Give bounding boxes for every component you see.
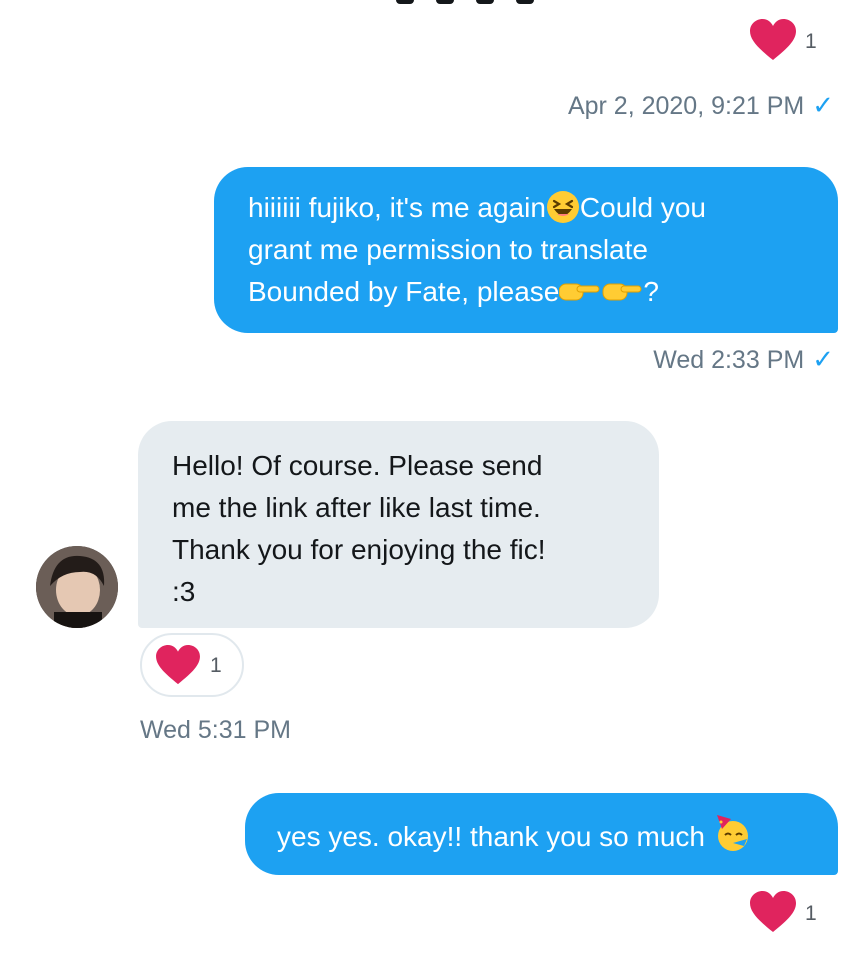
pointing-hands-emoji — [559, 276, 643, 308]
message-line: me the link after like last time. — [172, 492, 541, 523]
message-line: grant me permission to translate — [248, 229, 808, 271]
message-timestamp: Apr 2, 2020, 9:21 PM ✓ — [568, 90, 834, 121]
reaction-count: 1 — [210, 654, 222, 677]
reaction-pill[interactable]: 1 — [140, 633, 244, 697]
grinning-squinting-face-emoji — [546, 190, 580, 224]
reaction-count: 1 — [805, 902, 817, 925]
checkmark-icon: ✓ — [812, 90, 834, 120]
truncated-header-text — [396, 0, 546, 4]
message-line: Bounded by Fate, please? — [248, 271, 808, 313]
message-line: Thank you for enjoying the fic! — [172, 534, 546, 565]
heart-icon — [154, 644, 202, 686]
message-line: :3 — [172, 576, 196, 607]
timestamp-text: Wed 5:31 PM — [140, 716, 292, 744]
message-timestamp: Wed 5:31 PM — [140, 716, 291, 745]
timestamp-text: Wed 2:33 PM — [653, 346, 805, 374]
timestamp-text: Apr 2, 2020, 9:21 PM — [567, 92, 805, 120]
outgoing-message-bubble[interactable]: yes yes. okay!! thank you so much — [245, 793, 838, 875]
message-text: hiiiiii fujiko, it's me again — [248, 192, 546, 223]
message-text: Could you — [579, 192, 707, 223]
message-timestamp: Wed 2:33 PM ✓ — [653, 344, 834, 375]
message-line: hiiiiii fujiko, it's me again Could you — [248, 187, 808, 229]
checkmark-icon: ✓ — [812, 344, 834, 374]
incoming-message-bubble[interactable]: Hello! Of course. Please send me the lin… — [138, 421, 659, 628]
message-text: ? — [643, 276, 659, 307]
reaction-count: 1 — [805, 30, 817, 53]
message-text: yes yes. okay!! thank you so much — [277, 821, 705, 852]
message-text: grant me permission to translate — [248, 234, 648, 265]
partying-face-emoji — [713, 813, 753, 853]
message-line: Hello! Of course. Please send — [172, 450, 543, 481]
outgoing-message-bubble[interactable]: hiiiiii fujiko, it's me again Could you g… — [214, 167, 838, 333]
message-text: Bounded by Fate, please — [248, 276, 560, 307]
message-line: yes yes. okay!! thank you so much — [277, 813, 808, 858]
heart-icon[interactable] — [748, 890, 798, 934]
avatar[interactable] — [36, 546, 118, 628]
heart-icon[interactable] — [748, 18, 798, 62]
